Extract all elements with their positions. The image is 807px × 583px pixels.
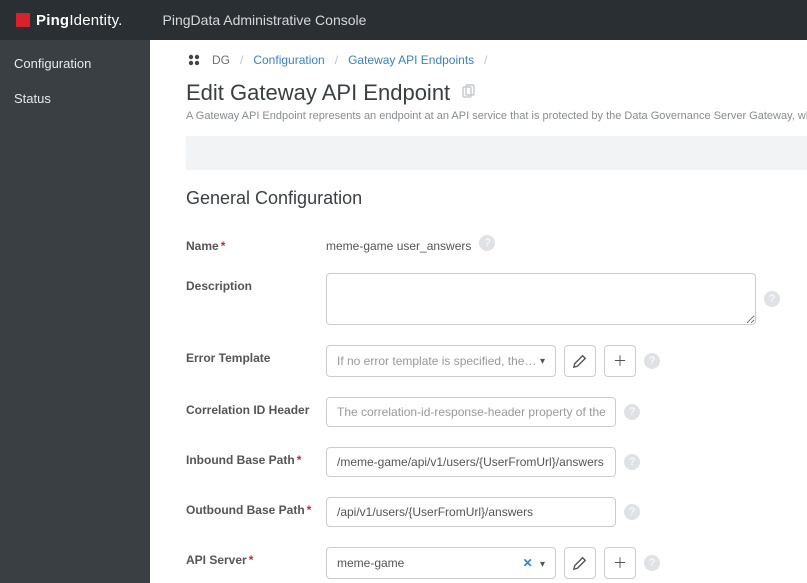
section-general-configuration: General Configuration xyxy=(186,188,807,209)
chevron-down-icon: ▾ xyxy=(540,356,545,367)
page-description: A Gateway API Endpoint represents an end… xyxy=(186,110,807,122)
plus-icon: ＋ xyxy=(613,553,627,573)
brand-logo: PingIdentity. xyxy=(16,12,123,29)
label-correlation-id: Correlation ID Header xyxy=(186,397,326,417)
breadcrumb-sep: / xyxy=(240,53,243,67)
row-outbound-base-path: Outbound Base Path* ? xyxy=(186,487,807,537)
label-inbound: Inbound Base Path* xyxy=(186,447,326,467)
sidebar-item-configuration[interactable]: Configuration xyxy=(0,46,150,81)
help-icon[interactable]: ? xyxy=(644,353,660,369)
app-title: PingData Administrative Console xyxy=(163,12,367,28)
label-description: Description xyxy=(186,273,326,293)
top-bar: PingIdentity. PingData Administrative Co… xyxy=(0,0,807,40)
help-icon[interactable]: ? xyxy=(479,235,495,251)
help-icon[interactable]: ? xyxy=(644,555,660,571)
sidebar-item-status[interactable]: Status xyxy=(0,81,150,116)
row-api-server: API Server* meme-game ✕ ▾ ＋ ? xyxy=(186,537,807,583)
main-content: DG / Configuration / Gateway API Endpoin… xyxy=(150,40,807,583)
inbound-base-path-input[interactable] xyxy=(326,447,616,477)
breadcrumb-configuration[interactable]: Configuration xyxy=(253,53,324,67)
breadcrumb-sep: / xyxy=(484,53,487,67)
help-icon[interactable]: ? xyxy=(624,404,640,420)
row-description: Description ? xyxy=(186,263,807,335)
sidebar: Configuration Status xyxy=(0,40,150,583)
help-icon[interactable]: ? xyxy=(624,504,640,520)
page-title: Edit Gateway API Endpoint xyxy=(186,80,450,106)
row-inbound-base-path: Inbound Base Path* ? xyxy=(186,437,807,487)
label-api-server: API Server* xyxy=(186,547,326,567)
label-name: Name* xyxy=(186,233,326,253)
brand-name: PingIdentity. xyxy=(36,12,123,29)
outbound-base-path-input[interactable] xyxy=(326,497,616,527)
add-button[interactable]: ＋ xyxy=(604,345,636,377)
add-button[interactable]: ＋ xyxy=(604,547,636,579)
description-textarea[interactable] xyxy=(326,273,756,325)
breadcrumb-sep: / xyxy=(335,53,338,67)
row-name: Name* meme-game user_answers ? xyxy=(186,223,807,263)
correlation-id-input[interactable] xyxy=(326,397,616,427)
api-server-value: meme-game xyxy=(337,556,404,570)
edit-button[interactable] xyxy=(564,345,596,377)
breadcrumb-root[interactable]: DG xyxy=(212,53,230,67)
logo-square-icon xyxy=(16,13,30,27)
clear-icon[interactable]: ✕ xyxy=(523,556,533,570)
label-outbound: Outbound Base Path* xyxy=(186,497,326,517)
error-template-placeholder: If no error template is specified, then … xyxy=(337,354,540,368)
breadcrumb-gateway-api-endpoints[interactable]: Gateway API Endpoints xyxy=(348,53,474,67)
error-template-select[interactable]: If no error template is specified, then … xyxy=(326,345,556,377)
copy-icon[interactable] xyxy=(460,84,476,103)
value-name: meme-game user_answers xyxy=(326,233,471,253)
help-icon[interactable]: ? xyxy=(764,291,780,307)
row-correlation-id-header: Correlation ID Header ? xyxy=(186,387,807,437)
breadcrumb-root-icon[interactable] xyxy=(186,52,202,68)
notice-bar xyxy=(186,136,807,170)
help-icon[interactable]: ? xyxy=(624,454,640,470)
plus-icon: ＋ xyxy=(613,351,627,371)
edit-button[interactable] xyxy=(564,547,596,579)
row-error-template: Error Template If no error template is s… xyxy=(186,335,807,387)
api-server-select[interactable]: meme-game ✕ ▾ xyxy=(326,547,556,579)
label-error-template: Error Template xyxy=(186,345,326,365)
breadcrumb: DG / Configuration / Gateway API Endpoin… xyxy=(186,52,807,68)
chevron-down-icon: ▾ xyxy=(540,559,545,570)
